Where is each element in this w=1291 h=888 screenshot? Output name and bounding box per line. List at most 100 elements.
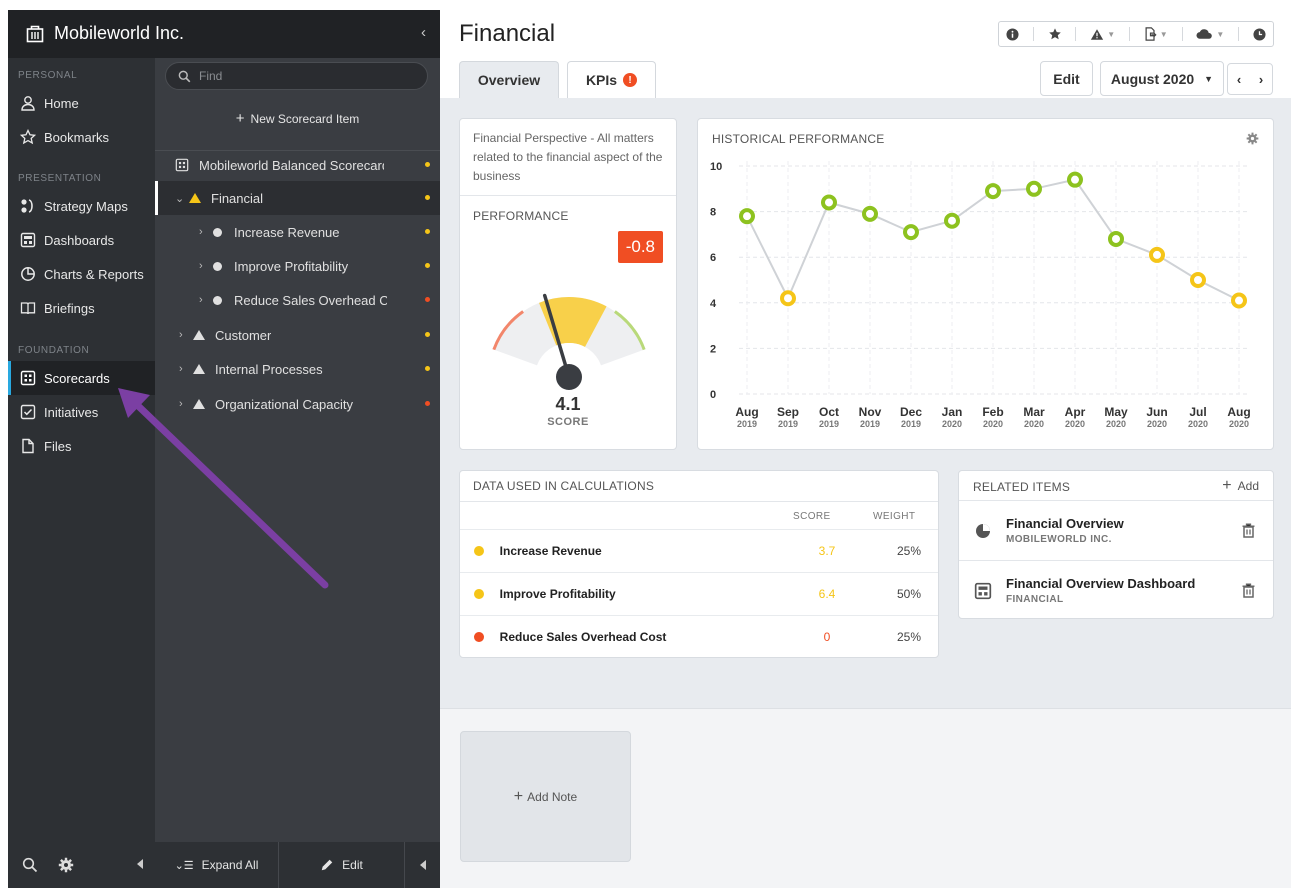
related-item[interactable]: Financial Overview Dashboard FINANCIAL: [959, 560, 1273, 620]
page-header: Financial ▼ ▼ ▼ Overview KPIs ! Edit Aug…: [440, 0, 1291, 98]
chevron-right-icon[interactable]: ›: [179, 363, 193, 375]
chevron-down-icon[interactable]: ⌄: [175, 192, 189, 205]
nav-item-files[interactable]: Files: [8, 429, 155, 463]
nav-item-home[interactable]: Home: [8, 86, 155, 120]
search-input[interactable]: [199, 69, 399, 83]
edit-label: Edit: [1053, 70, 1080, 87]
chevron-right-icon[interactable]: ›: [179, 329, 193, 341]
related-item[interactable]: Financial Overview MOBILEWORLD INC.: [959, 500, 1273, 560]
y-tick-label: 4: [710, 298, 717, 310]
status-dot: [474, 632, 484, 642]
data-point: [821, 194, 837, 211]
new-scorecard-item-button[interactable]: + New Scorecard Item: [155, 110, 440, 127]
tree-row-customer[interactable]: › Customer: [155, 318, 440, 352]
table-row[interactable]: Increase Revenue 3.7 25%: [460, 529, 938, 572]
chevron-right-icon[interactable]: ›: [199, 294, 213, 306]
row-name: Reduce Sales Overhead Cost: [499, 630, 667, 644]
nav-item-scorecards[interactable]: Scorecards: [8, 361, 155, 395]
tree-row-label: Customer: [215, 327, 272, 343]
status-dot: [425, 195, 430, 200]
nav-item-charts-reports[interactable]: Charts & Reports: [8, 257, 155, 291]
data-point: [1067, 171, 1083, 188]
nav-item-dashboards[interactable]: Dashboards: [8, 223, 155, 257]
pencil-icon: [321, 859, 333, 871]
row-score: 0: [823, 630, 831, 644]
status-dot: [425, 229, 430, 234]
gear-icon[interactable]: [58, 857, 74, 873]
tree-row-label: Improve Profitability: [234, 258, 349, 274]
scorecard-icon: [175, 158, 189, 172]
tree-row-organizational-capacity[interactable]: › Organizational Capacity: [155, 387, 440, 421]
trash-icon[interactable]: [1242, 583, 1255, 598]
tree-row-financial[interactable]: ⌄ Financial: [155, 181, 440, 215]
tree-row-internal-processes[interactable]: › Internal Processes: [155, 352, 440, 386]
chevron-right-icon[interactable]: ›: [199, 260, 213, 272]
tree-row-increase-revenue[interactable]: › Increase Revenue: [155, 215, 440, 249]
data-point: [1026, 180, 1042, 197]
perspective-triangle-icon: [193, 399, 205, 409]
brand-bar: Mobileworld Inc. ‹: [8, 10, 440, 58]
nav-item-strategy-maps[interactable]: Strategy Maps: [8, 189, 155, 223]
export-dropdown-icon[interactable]: ▼: [1144, 27, 1168, 41]
expand-all-button[interactable]: ⌄☰ Expand All: [155, 842, 279, 888]
search-icon: [178, 70, 191, 82]
tree-edit-button[interactable]: Edit: [279, 842, 405, 888]
chevron-right-icon[interactable]: ›: [199, 226, 213, 238]
row-name: Increase Revenue: [499, 544, 602, 558]
collapse-left-icon: [419, 860, 426, 870]
user-icon: [21, 96, 35, 111]
add-related-button[interactable]: + Add: [1222, 477, 1259, 495]
related-items-card: RELATED ITEMS + Add Financial Overview M…: [958, 470, 1274, 619]
nav-item-briefings[interactable]: Briefings: [8, 291, 155, 325]
nav-section-presentation: PRESENTATION: [18, 173, 102, 184]
book-icon: [20, 302, 36, 315]
search-box[interactable]: [165, 62, 428, 90]
tree-row-reduce-sales-overhead[interactable]: › Reduce Sales Overhead Cost: [155, 283, 440, 317]
x-tick-label: Jul: [1189, 405, 1206, 419]
status-dot: [425, 297, 430, 302]
search-icon[interactable]: [22, 857, 38, 873]
collapse-nav-icon[interactable]: [137, 859, 143, 869]
nav-section-foundation: FOUNDATION: [18, 345, 90, 356]
x-tick-label: Dec: [900, 405, 922, 419]
trash-icon[interactable]: [1242, 523, 1255, 538]
nav-item-initiatives[interactable]: Initiatives: [8, 395, 155, 429]
chevron-right-icon[interactable]: ›: [179, 398, 193, 410]
edit-button[interactable]: Edit: [1040, 61, 1093, 96]
toolbar-divider: [1075, 27, 1077, 41]
tree-row-improve-profitability[interactable]: › Improve Profitability: [155, 249, 440, 283]
expand-all-label: Expand All: [201, 858, 259, 872]
prev-period-button[interactable]: ‹: [1237, 72, 1241, 87]
page-toolbar: ▼ ▼ ▼: [998, 21, 1274, 47]
y-tick-label: 2: [710, 343, 716, 355]
clock-icon[interactable]: [1253, 27, 1266, 41]
tree-footer: ⌄☰ Expand All Edit: [155, 842, 440, 888]
tree-row-root[interactable]: Mobileworld Balanced Scorecard: [155, 148, 440, 182]
info-icon[interactable]: [1006, 27, 1019, 41]
status-dot: [474, 546, 484, 556]
star-icon[interactable]: [1048, 27, 1062, 41]
y-tick-label: 10: [710, 161, 722, 173]
tab-overview[interactable]: Overview: [459, 61, 559, 98]
chevron-left-icon[interactable]: ‹: [421, 24, 426, 41]
collapse-tree-button[interactable]: [405, 842, 440, 888]
x-tick-year: 2020: [1106, 419, 1126, 429]
tree-row-label: Organizational Capacity: [215, 396, 354, 412]
strategy-map-icon: [21, 199, 33, 213]
add-note-button[interactable]: + Add Note: [460, 731, 631, 862]
cloud-dropdown-icon[interactable]: ▼: [1196, 28, 1224, 40]
table-row[interactable]: Improve Profitability 6.4 50%: [460, 572, 938, 615]
alert-dropdown-icon[interactable]: ▼: [1090, 28, 1115, 41]
period-nav: ‹ ›: [1227, 63, 1273, 95]
next-period-button[interactable]: ›: [1259, 72, 1263, 87]
period-select[interactable]: August 2020 ▼: [1100, 61, 1224, 96]
org-brand[interactable]: Mobileworld Inc.: [26, 23, 184, 44]
tab-kpis[interactable]: KPIs !: [567, 61, 656, 98]
performance-card: Financial Perspective - All matters rela…: [459, 118, 677, 450]
row-weight: 25%: [896, 630, 922, 644]
dashboard-icon: [974, 582, 992, 599]
nav-item-label: Bookmarks: [44, 129, 110, 145]
table-row[interactable]: Reduce Sales Overhead Cost 0 25%: [460, 615, 938, 658]
related-item-title: Financial Overview Dashboard: [1006, 576, 1196, 591]
nav-item-bookmarks[interactable]: Bookmarks: [8, 120, 155, 154]
